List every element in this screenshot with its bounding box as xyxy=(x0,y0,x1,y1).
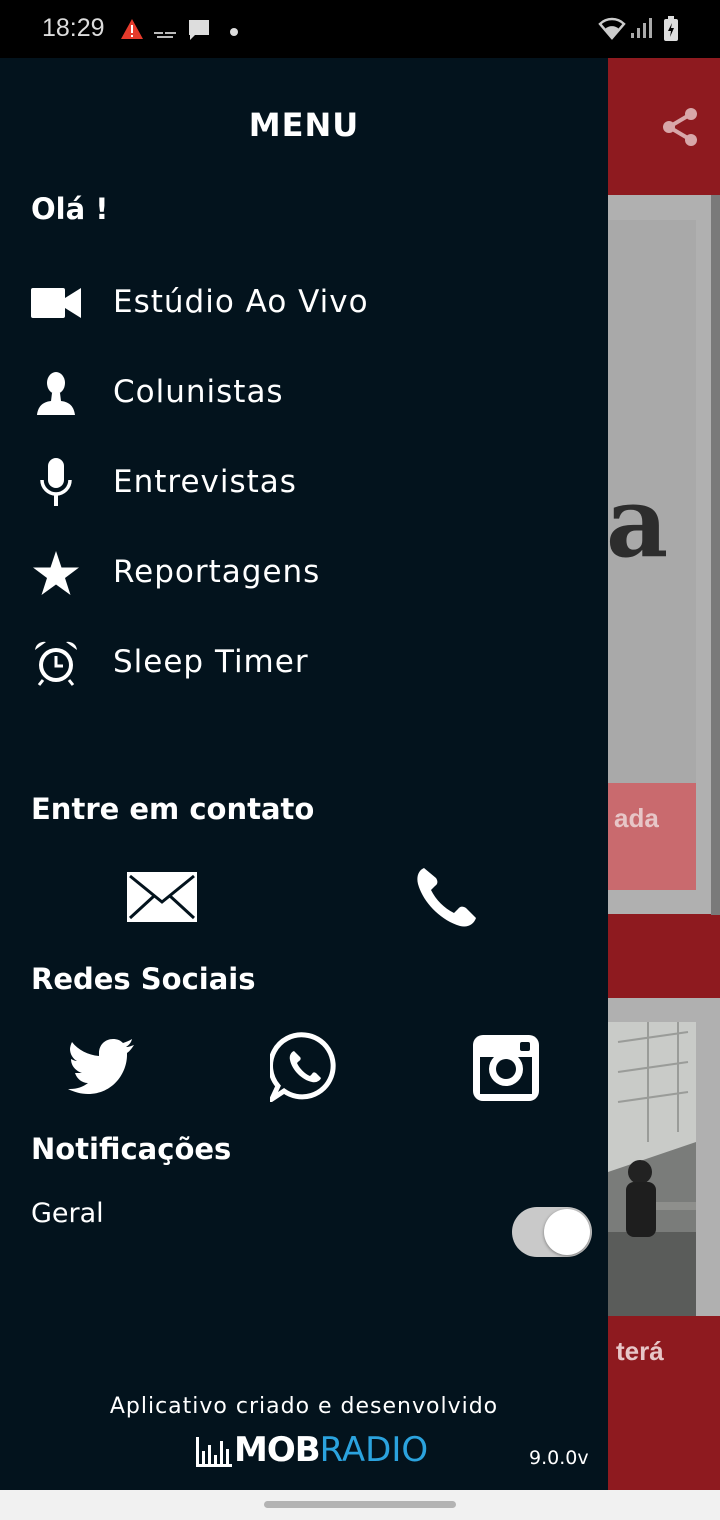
share-icon[interactable] xyxy=(660,106,700,153)
home-gesture-handle[interactable] xyxy=(264,1501,456,1508)
menu-item-label: Reportagens xyxy=(113,554,321,590)
menu-item-label: Colunistas xyxy=(113,374,284,410)
logo-text-white: MOB xyxy=(234,1430,321,1470)
toggle-label-geral: Geral xyxy=(31,1198,104,1229)
section-band xyxy=(608,914,720,998)
news-card-caption xyxy=(608,783,696,890)
twitter-icon[interactable] xyxy=(68,1038,134,1098)
menu-item-label: Entrevistas xyxy=(113,464,297,500)
dot-icon xyxy=(229,24,239,42)
menu-item-label: Sleep Timer xyxy=(113,644,309,680)
star-icon xyxy=(30,548,82,598)
microphone-icon xyxy=(30,458,82,508)
greeting: Olá ! xyxy=(31,192,109,226)
system-navigation-bar xyxy=(0,1490,720,1520)
menu-item-reportagens[interactable]: Reportagens xyxy=(0,538,608,608)
app-notification-icon xyxy=(154,26,176,44)
whatsapp-icon[interactable] xyxy=(266,1032,340,1106)
status-time: 18:29 xyxy=(42,14,105,42)
credit-text: Aplicativo criado e desenvolvido xyxy=(109,1394,499,1419)
chat-icon xyxy=(187,18,211,47)
card-caption-text: ada xyxy=(614,803,659,833)
email-icon[interactable] xyxy=(127,872,197,926)
signal-icon xyxy=(630,16,652,45)
app-version: 9.0.0v xyxy=(529,1447,589,1469)
warning-icon xyxy=(120,18,144,45)
navigation-drawer: MENU Olá ! Estúdio Ao Vivo Colunistas En… xyxy=(0,58,608,1490)
menu-item-colunistas[interactable]: Colunistas xyxy=(0,358,608,428)
instagram-icon[interactable] xyxy=(473,1035,539,1105)
menu-item-sleep-timer[interactable]: Sleep Timer xyxy=(0,628,608,698)
menu-item-estudio-ao-vivo[interactable]: Estúdio Ao Vivo xyxy=(0,268,608,338)
toggle-thumb xyxy=(544,1209,590,1255)
menu-item-entrevistas[interactable]: Entrevistas xyxy=(0,448,608,518)
notifications-section-title: Notificações xyxy=(31,1132,232,1166)
news-photo[interactable] xyxy=(608,1022,696,1317)
menu-item-label: Estúdio Ao Vivo xyxy=(113,284,369,320)
alarm-clock-icon xyxy=(30,638,82,688)
person-icon xyxy=(30,368,82,418)
scrollbar[interactable] xyxy=(711,195,720,915)
wifi-icon xyxy=(598,16,626,45)
equalizer-icon xyxy=(196,1437,232,1467)
notifications-toggle[interactable] xyxy=(512,1207,592,1257)
mobradio-logo[interactable]: MOB RADIO xyxy=(196,1430,428,1470)
contact-section-title: Entre em contato xyxy=(31,792,315,826)
logo-text-blue: RADIO xyxy=(319,1430,429,1470)
drawer-title: MENU xyxy=(248,106,360,144)
battery-icon xyxy=(663,16,679,47)
video-camera-icon xyxy=(30,278,82,328)
phone-icon[interactable] xyxy=(416,866,478,932)
status-bar: 18:29 xyxy=(0,0,720,58)
card-footer-text: terá xyxy=(616,1336,664,1366)
social-section-title: Redes Sociais xyxy=(31,962,256,996)
card-big-letter: a xyxy=(606,466,669,579)
